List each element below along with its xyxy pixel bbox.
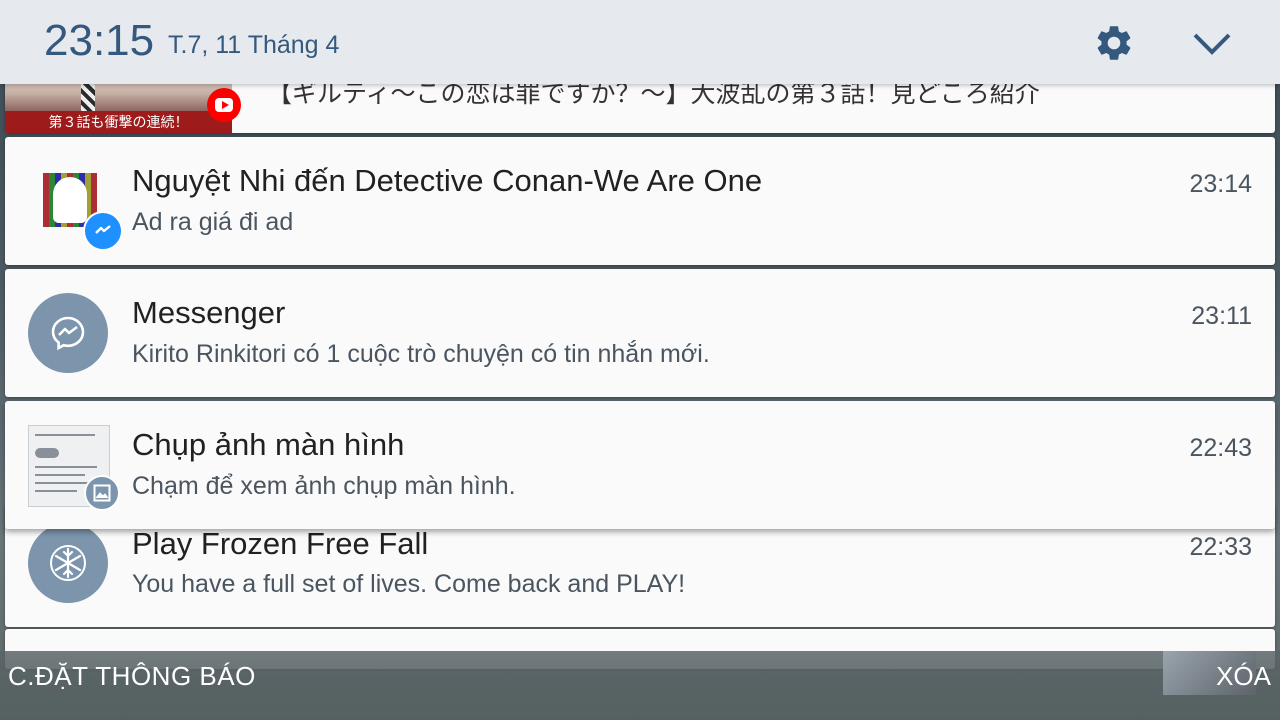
notification-time: 22:43 (1189, 434, 1252, 462)
date: T.7, 11 Tháng 4 (168, 31, 340, 59)
notification-title: Messenger (132, 295, 286, 330)
notification-body: Chạm để xem ảnh chụp màn hình. (132, 472, 516, 500)
notification-footer: C.ĐẶT THÔNG BÁO XÓA (0, 651, 1280, 720)
thumbnail-line (35, 482, 93, 484)
notification-time: 22:33 (1189, 533, 1252, 561)
notification-time: 23:14 (1189, 170, 1252, 198)
thumbnail-line (35, 434, 95, 436)
thumbnail-caption: 第３話も衝撃の連続！ (5, 111, 232, 133)
image-icon (84, 475, 120, 511)
notification-body: Ad ra giá đi ad (132, 208, 294, 236)
notification-screenshot[interactable]: Chụp ảnh màn hình Chạm để xem ảnh chụp m… (5, 401, 1275, 529)
messenger-icon (28, 293, 108, 373)
notification-settings-button[interactable]: C.ĐẶT THÔNG BÁO (8, 661, 256, 692)
notification-header: 23:15 T.7, 11 Tháng 4 (0, 0, 1280, 84)
youtube-icon (207, 88, 241, 122)
notification-messenger-chat[interactable]: Nguyệt Nhi đến Detective Conan-We Are On… (5, 137, 1275, 265)
chevron-down-icon[interactable] (1190, 26, 1234, 62)
thumbnail-line (35, 466, 97, 468)
notification-messenger[interactable]: Messenger Kirito Rinkitori có 1 cuộc trò… (5, 269, 1275, 397)
notification-time: 23:11 (1191, 302, 1252, 330)
snowflake-icon (28, 523, 108, 603)
notification-body: Kirito Rinkitori có 1 cuộc trò chuyện có… (132, 340, 710, 368)
notification-body: You have a full set of lives. Come back … (132, 570, 686, 598)
thumbnail-line (35, 474, 85, 476)
thumbnail-line (35, 448, 59, 458)
thumbnail-line (35, 490, 77, 492)
clear-all-button[interactable]: XÓA (1216, 661, 1271, 692)
notification-title: Chụp ảnh màn hình (132, 427, 405, 462)
gear-icon[interactable] (1093, 22, 1135, 64)
notification-title: Play Frozen Free Fall (132, 526, 429, 561)
notification-title: Nguyệt Nhi đến Detective Conan-We Are On… (132, 163, 763, 198)
avatar-silhouette (53, 177, 87, 223)
messenger-icon (83, 211, 123, 251)
clock: 23:15 (44, 16, 155, 65)
